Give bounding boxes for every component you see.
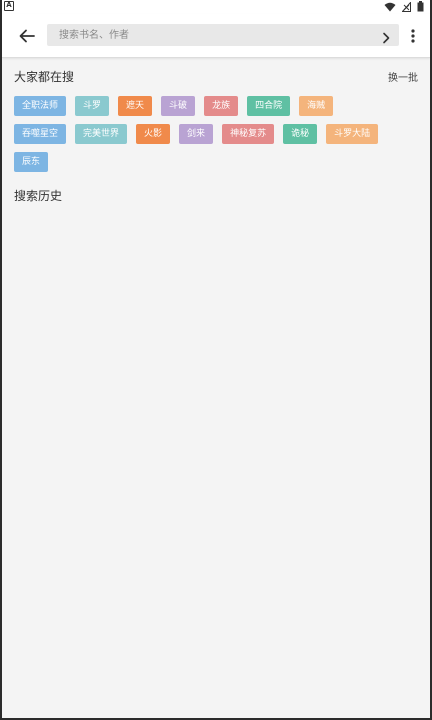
chevron-right-icon bbox=[383, 32, 390, 44]
back-button[interactable] bbox=[16, 26, 38, 46]
more-vertical-icon bbox=[411, 29, 415, 43]
hot-search-tag[interactable]: 诡秘 bbox=[283, 124, 318, 144]
hot-search-tags: 全职法师 斗罗 遮天 斗破 龙族 四合院 海贼 吞噬星空 完美世界 火影 剑来 神秘复苏 诡秘 斗罗大陆辰… bbox=[14, 96, 424, 180]
hot-search-tag[interactable]: 剑来 bbox=[179, 124, 214, 144]
tag-row: 全职法师 斗罗 遮天 斗破 龙族 四合院 海贼 bbox=[14, 96, 424, 116]
search-history-title: 搜索历史 bbox=[14, 189, 63, 203]
search-input[interactable] bbox=[59, 24, 359, 46]
hot-search-tag[interactable]: 斗破 bbox=[161, 96, 196, 116]
hot-search-tag[interactable]: 火影 bbox=[136, 124, 171, 144]
hot-search-tag[interactable]: 吞噬星空 bbox=[14, 124, 67, 144]
app-screen: A 搜索书名、作者 大家都在搜 换一批 全职法师 斗罗 遮天 斗破 龙族 四合院… bbox=[0, 0, 432, 720]
refresh-button[interactable]: 换一批 bbox=[388, 69, 418, 84]
hot-search-tag[interactable]: 斗罗大陆 bbox=[326, 124, 379, 144]
notification-icon: A bbox=[4, 1, 14, 11]
battery-icon bbox=[417, 1, 424, 12]
hot-search-tag[interactable]: 神秘复苏 bbox=[222, 124, 275, 144]
no-signal-icon bbox=[402, 1, 411, 12]
hot-search-tag[interactable]: 海贼 bbox=[299, 96, 334, 116]
search-submit-button[interactable] bbox=[381, 29, 391, 44]
status-bar: A bbox=[2, 0, 430, 14]
back-arrow-icon bbox=[19, 29, 35, 43]
hot-search-tag[interactable]: 辰东 bbox=[14, 152, 49, 172]
tag-row: 吞噬星空 完美世界 火影 剑来 神秘复苏 诡秘 斗罗大陆 bbox=[14, 124, 424, 144]
hot-search-tag[interactable]: 斗罗 bbox=[75, 96, 110, 116]
hot-search-title: 大家都在搜 bbox=[14, 70, 75, 84]
hot-search-tag[interactable]: 龙族 bbox=[204, 96, 239, 116]
hot-search-tag[interactable]: 四合院 bbox=[247, 96, 291, 116]
hot-search-tag[interactable]: 全职法师 bbox=[14, 96, 67, 116]
tag-row: 辰东 bbox=[14, 152, 424, 172]
search-box bbox=[47, 24, 399, 46]
hot-search-tag[interactable]: 遮天 bbox=[118, 96, 153, 116]
wifi-icon bbox=[384, 2, 396, 11]
hot-search-tag[interactable]: 完美世界 bbox=[75, 124, 128, 144]
more-options-button[interactable] bbox=[406, 26, 420, 46]
search-toolbar bbox=[2, 14, 430, 58]
